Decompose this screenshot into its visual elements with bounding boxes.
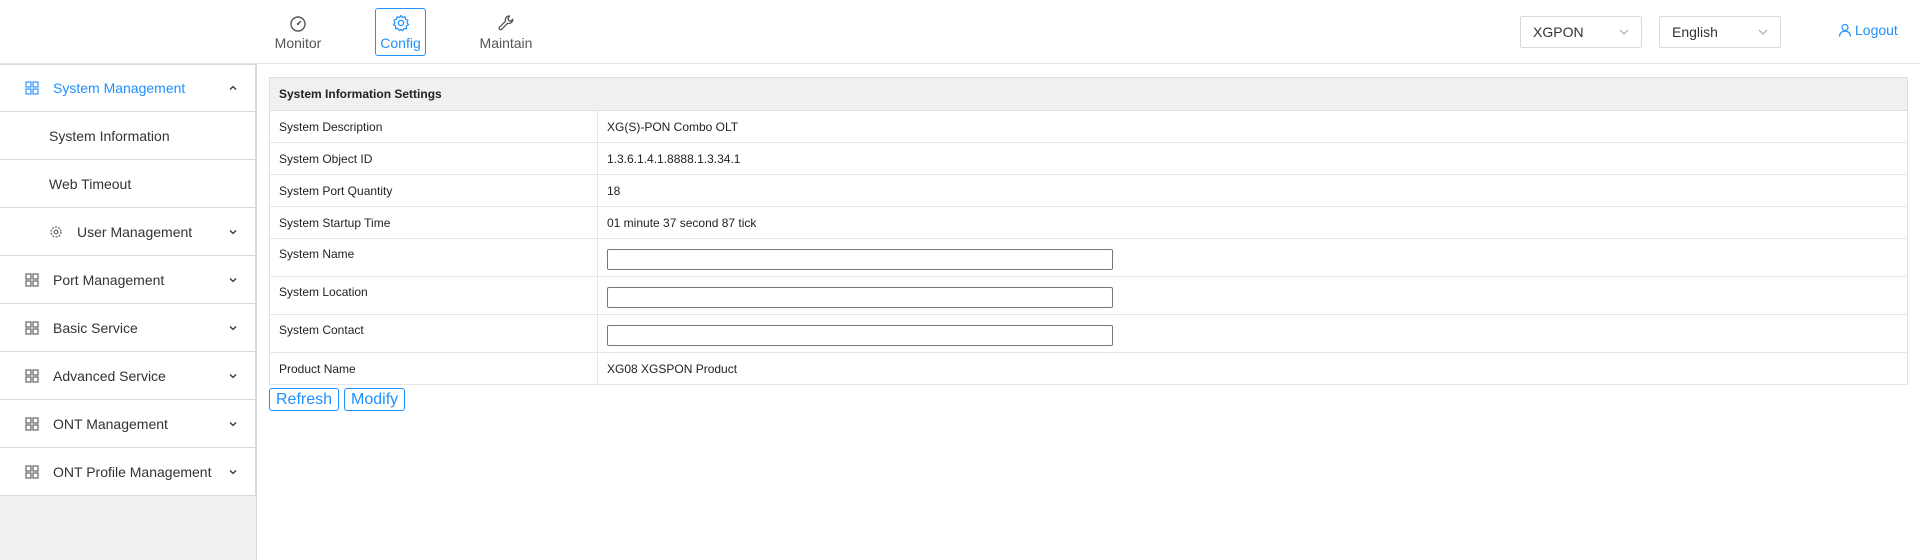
row-label: System Object ID bbox=[269, 142, 598, 175]
system-location-input[interactable] bbox=[607, 287, 1113, 308]
sidebar-item-web-timeout[interactable]: Web Timeout bbox=[0, 160, 256, 208]
grid-icon bbox=[25, 81, 39, 95]
row-label: Product Name bbox=[269, 352, 598, 385]
table-row: System Name bbox=[269, 238, 1908, 277]
tab-maintain-label: Maintain bbox=[479, 35, 533, 51]
grid-icon bbox=[25, 416, 39, 431]
sidebar-menu: System Management System Information Web… bbox=[0, 64, 256, 496]
row-value: XG08 XGSPON Product bbox=[597, 352, 1908, 385]
grid-icon bbox=[25, 368, 39, 383]
chevron-down-icon bbox=[229, 373, 237, 378]
sidebar-item-label: System Management bbox=[53, 80, 186, 96]
modify-button[interactable]: Modify bbox=[344, 388, 406, 411]
chevron-up-icon bbox=[229, 85, 237, 90]
chevron-down-icon bbox=[229, 469, 237, 474]
pon-type-value: XGPON bbox=[1533, 24, 1584, 40]
tab-config[interactable]: Config bbox=[375, 8, 426, 56]
logout-link[interactable]: Logout bbox=[1838, 22, 1898, 38]
sidebar-item-basic-service[interactable]: Basic Service bbox=[0, 304, 256, 352]
sidebar-item-label: ONT Management bbox=[53, 415, 168, 432]
sidebar-item-ont-profile-management[interactable]: ONT Profile Management bbox=[0, 448, 256, 496]
sidebar-item-label: User Management bbox=[77, 223, 193, 240]
row-label: System Location bbox=[269, 276, 598, 315]
sidebar-item-user-management[interactable]: User Management bbox=[0, 208, 256, 256]
sidebar-item-label: System Information bbox=[49, 127, 170, 144]
top-bar: Monitor Config Maintain XGPON English Lo… bbox=[0, 0, 1920, 64]
row-label: System Startup Time bbox=[269, 206, 598, 239]
wrench-icon bbox=[498, 15, 514, 31]
chevron-down-icon bbox=[229, 421, 237, 426]
row-value: 1.3.6.1.4.1.8888.1.3.34.1 bbox=[597, 142, 1908, 175]
chevron-down-icon bbox=[229, 325, 237, 330]
table-row: System Port Quantity 18 bbox=[269, 174, 1908, 207]
sidebar-item-label: Port Management bbox=[53, 271, 165, 288]
tab-monitor-label: Monitor bbox=[274, 35, 322, 51]
system-info-table: System Information Settings System Descr… bbox=[269, 77, 1908, 385]
sidebar-item-label: ONT Profile Management bbox=[53, 463, 212, 480]
grid-icon bbox=[25, 320, 39, 335]
system-name-input[interactable] bbox=[607, 249, 1113, 270]
sidebar-item-system-management[interactable]: System Management bbox=[0, 64, 256, 112]
table-row: System Object ID 1.3.6.1.4.1.8888.1.3.34… bbox=[269, 142, 1908, 175]
row-label: System Description bbox=[269, 110, 598, 143]
sidebar-item-label: Basic Service bbox=[53, 319, 138, 336]
section-title: System Information Settings bbox=[269, 77, 1908, 111]
tab-maintain[interactable]: Maintain bbox=[476, 8, 536, 56]
main-content: System Information Settings System Descr… bbox=[269, 77, 1909, 411]
gear-icon bbox=[392, 14, 409, 32]
sidebar-item-port-management[interactable]: Port Management bbox=[0, 256, 256, 304]
refresh-button[interactable]: Refresh bbox=[269, 388, 340, 411]
sidebar-item-advanced-service[interactable]: Advanced Service bbox=[0, 352, 256, 400]
chevron-down-icon bbox=[229, 277, 237, 282]
row-value: 18 bbox=[597, 174, 1908, 207]
row-label: System Name bbox=[269, 238, 598, 277]
language-select[interactable]: English bbox=[1659, 16, 1781, 48]
gear-icon bbox=[50, 225, 62, 238]
sidebar-item-system-information[interactable]: System Information bbox=[0, 112, 256, 160]
system-contact-input[interactable] bbox=[607, 325, 1113, 346]
table-row: System Startup Time 01 minute 37 second … bbox=[269, 206, 1908, 239]
user-icon bbox=[1838, 23, 1852, 37]
table-row: Product Name XG08 XGSPON Product bbox=[269, 352, 1908, 385]
tab-monitor[interactable]: Monitor bbox=[270, 8, 326, 56]
table-row: System Location bbox=[269, 276, 1908, 315]
sidebar-item-label: Web Timeout bbox=[49, 175, 132, 192]
chevron-down-icon bbox=[229, 229, 237, 234]
row-label: System Port Quantity bbox=[269, 174, 598, 207]
sidebar-item-ont-management[interactable]: ONT Management bbox=[0, 400, 256, 448]
language-value: English bbox=[1672, 24, 1718, 40]
row-value: XG(S)-PON Combo OLT bbox=[597, 110, 1908, 143]
table-row: System Description XG(S)-PON Combo OLT bbox=[269, 110, 1908, 143]
row-value: 01 minute 37 second 87 tick bbox=[597, 206, 1908, 239]
chevron-down-icon bbox=[1758, 29, 1768, 35]
row-label: System Contact bbox=[269, 314, 598, 353]
action-bar: Refresh Modify bbox=[269, 388, 1909, 411]
sidebar: System Management System Information Web… bbox=[0, 64, 257, 560]
logout-label: Logout bbox=[1855, 22, 1898, 38]
grid-icon bbox=[25, 464, 39, 479]
pon-type-select[interactable]: XGPON bbox=[1520, 16, 1642, 48]
tab-config-label: Config bbox=[380, 35, 421, 51]
dashboard-icon bbox=[290, 16, 306, 32]
chevron-down-icon bbox=[1619, 29, 1629, 35]
grid-icon bbox=[25, 272, 39, 287]
sidebar-item-label: Advanced Service bbox=[53, 367, 166, 384]
table-row: System Contact bbox=[269, 314, 1908, 353]
